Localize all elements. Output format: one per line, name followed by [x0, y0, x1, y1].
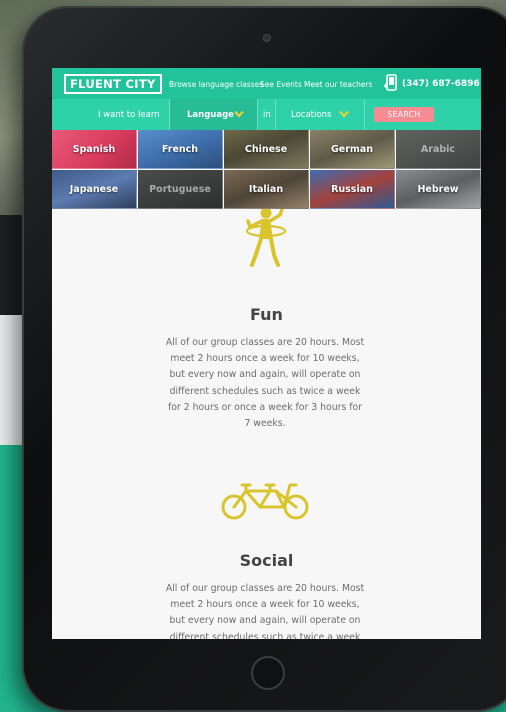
phone-number[interactable]: (347) 687-6896 [402, 79, 480, 89]
language-name: Portuguese [149, 184, 211, 195]
language-name: Russian [331, 184, 373, 195]
language-tile-russian[interactable]: Russian [310, 170, 395, 209]
location-dropdown[interactable]: Locations [276, 99, 364, 130]
feature-text-social: All of our group classes are 20 hours. M… [165, 583, 365, 639]
language-dropdown-label: Language [187, 110, 234, 120]
feature-text-fun: All of our group classes are 20 hours. M… [165, 337, 365, 430]
language-name: Arabic [420, 144, 456, 155]
language-tile-spanish[interactable]: Spanish [52, 130, 137, 169]
divider [364, 99, 365, 130]
tablet-screen: FLUENT CITY Browse language classes See … [52, 68, 481, 639]
top-nav-bar: FLUENT CITY Browse language classes See … [52, 68, 481, 99]
language-tile-italian[interactable]: Italian [224, 170, 309, 209]
language-grid: Spanish French Chinese German Arabic Jap… [52, 130, 481, 209]
features-section: Fun All of our group classes are 20 hour… [52, 209, 481, 639]
language-name: German [331, 144, 373, 155]
search-button[interactable]: SEARCH [374, 107, 434, 122]
phone-icon [384, 74, 397, 91]
filter-prefix: I want to learn [98, 110, 160, 120]
language-tile-german[interactable]: German [310, 130, 395, 169]
language-name: Japanese [69, 184, 119, 195]
language-name: Spanish [72, 144, 116, 155]
language-tile-french[interactable]: French [138, 130, 223, 169]
feature-title-social: Social [239, 551, 294, 570]
camera-icon [263, 34, 271, 42]
location-dropdown-label: Locations [291, 110, 332, 120]
language-dropdown[interactable]: Language [170, 99, 257, 130]
feature-title-fun: Fun [250, 305, 283, 324]
hula-hoop-icon [245, 209, 287, 267]
nav-see-events[interactable]: See Events [260, 80, 302, 89]
tandem-bicycle-icon [221, 483, 309, 520]
language-tile-chinese[interactable]: Chinese [224, 130, 309, 169]
language-tile-arabic[interactable]: Arabic [396, 130, 481, 169]
language-name: Italian [248, 184, 284, 195]
language-tile-hebrew[interactable]: Hebrew [396, 170, 481, 209]
language-tile-japanese[interactable]: Japanese [52, 170, 137, 209]
chevron-down-icon [234, 110, 244, 118]
language-name: French [161, 144, 199, 155]
language-name: Chinese [244, 144, 288, 155]
nav-browse-classes[interactable]: Browse language classes [169, 80, 263, 89]
divider [257, 99, 258, 130]
home-button[interactable] [251, 656, 285, 690]
filter-connector: in [263, 110, 271, 120]
search-filter-bar: I want to learn Language in Locations SE… [52, 99, 481, 130]
logo[interactable]: FLUENT CITY [64, 74, 162, 94]
nav-meet-teachers[interactable]: Meet our teachers [304, 80, 372, 89]
language-name: Hebrew [417, 184, 459, 195]
language-tile-portuguese[interactable]: Portuguese [138, 170, 223, 209]
chevron-down-icon [339, 110, 349, 118]
